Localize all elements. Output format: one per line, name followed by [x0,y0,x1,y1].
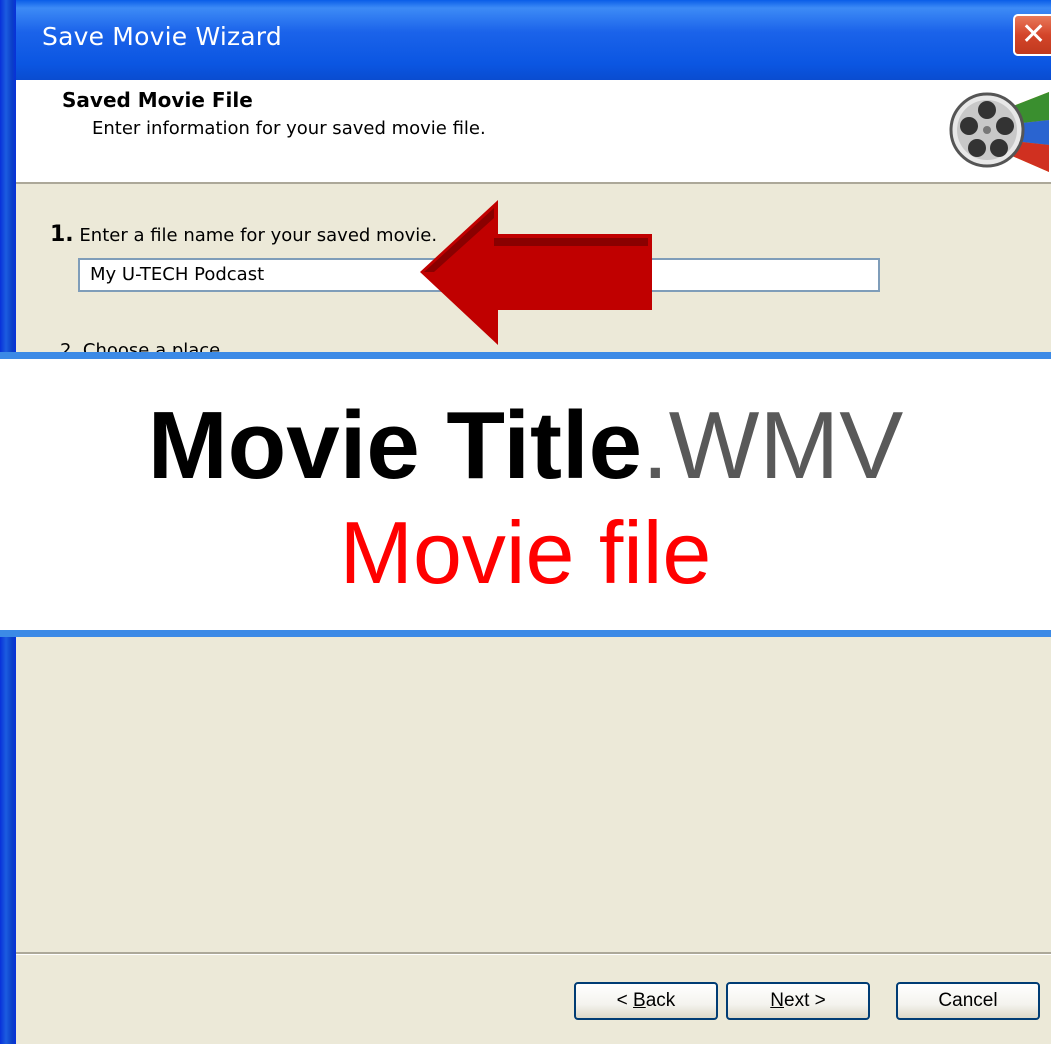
step1-label: 1. Enter a file name for your saved movi… [50,222,438,247]
cancel-button[interactable]: Cancel [896,982,1040,1020]
back-prefix: < [616,990,634,1011]
banner-title: Movie Title [147,392,643,499]
header-title: Saved Movie File [62,88,253,112]
back-rest: ack [645,990,676,1011]
footer-separator [16,952,1051,955]
back-accel: B [633,990,646,1011]
red-left-arrow-icon [420,200,652,345]
banner-line-1: Movie Title.WMV [0,391,1051,501]
next-accel: N [770,990,784,1011]
close-button[interactable]: ✕ [1013,14,1051,56]
banner-overlay: Movie Title.WMV Movie file [0,352,1051,637]
window-title: Save Movie Wizard [42,22,282,51]
banner-extension: .WMV [642,392,904,499]
wizard-header: Saved Movie File Enter information for y… [16,80,1051,184]
header-subtitle: Enter information for your saved movie f… [92,118,486,139]
banner-subtitle: Movie file [339,503,712,602]
close-icon: ✕ [1021,17,1047,52]
title-bar[interactable]: Save Movie Wizard ✕ [16,0,1051,80]
step1-label-text: Enter a file name for your saved movie. [79,225,438,246]
back-button[interactable]: < Back [574,982,718,1020]
film-reel-icon [949,92,1049,172]
next-rest: ext > [784,990,826,1011]
next-button[interactable]: Next > [726,982,870,1020]
